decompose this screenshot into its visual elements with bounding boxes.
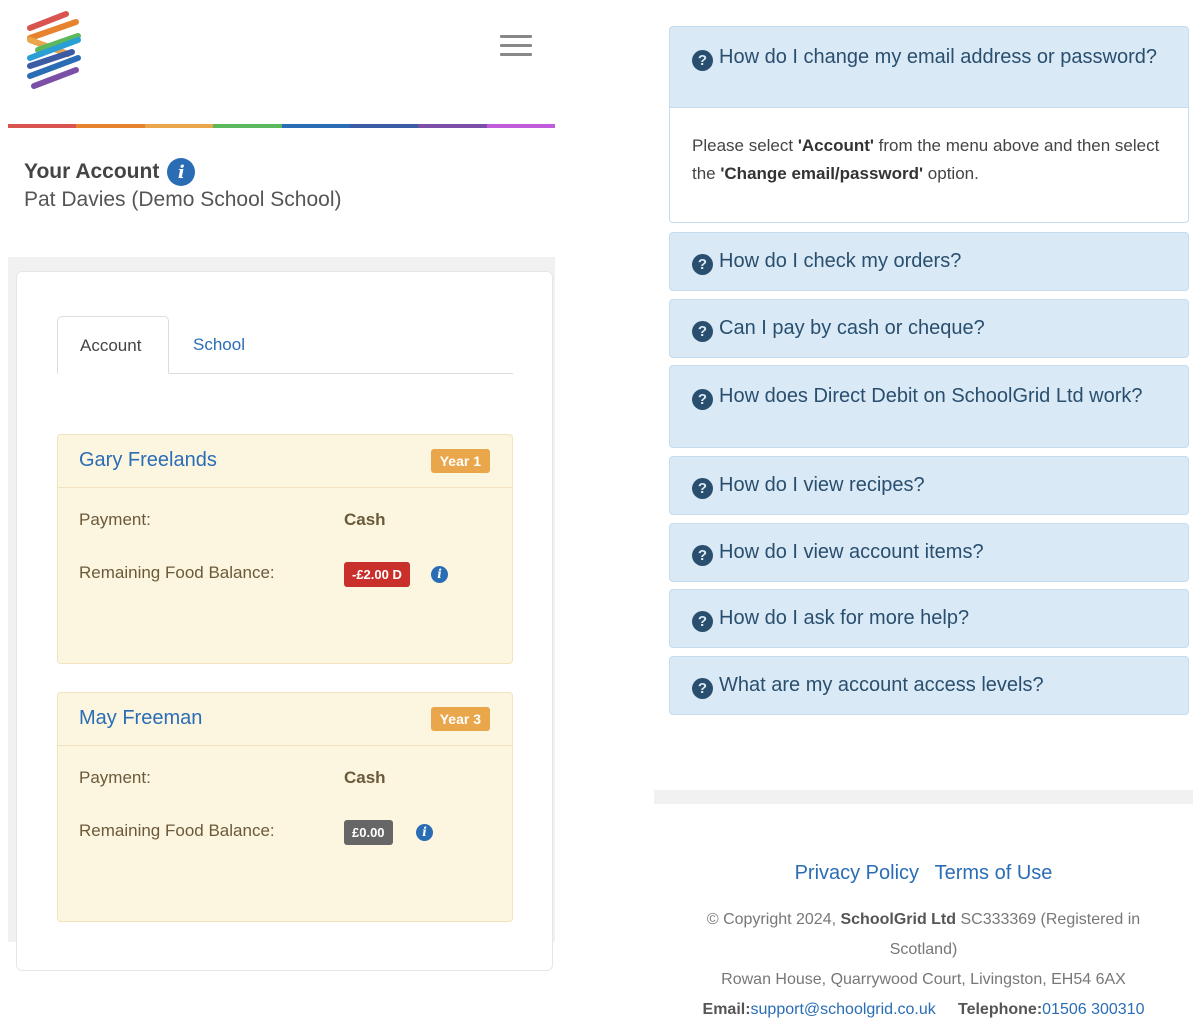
account-header: Your Account i Pat Davies (Demo School S… [24,158,341,212]
faq-item[interactable]: ? How does Direct Debit on SchoolGrid Ltd… [669,365,1189,448]
account-holder-name: Pat Davies (Demo School School) [24,188,342,211]
hamburger-icon[interactable] [500,35,532,59]
rainbow-segment [213,124,282,128]
question-icon: ? [692,389,713,410]
info-icon[interactable]: i [167,158,196,186]
schoolgrid-logo-icon[interactable] [24,10,84,92]
faq-item-open[interactable]: ? How do I change my email address or pas… [669,26,1189,108]
payment-label: Payment: [79,768,151,787]
faq-item[interactable]: ? How do I view recipes? [669,456,1189,515]
question-icon: ? [692,611,713,632]
privacy-policy-link[interactable]: Privacy Policy [795,862,919,884]
account-panel: Your Account i Pat Davies (Demo School S… [8,0,555,971]
faq-item[interactable]: ? What are my account access levels? [669,656,1189,715]
address-text: Rowan House, Quarrywood Court, Livingsto… [721,971,1126,988]
faq-item[interactable]: ? How do I check my orders? [669,232,1189,291]
rainbow-divider [8,124,555,128]
rainbow-segment [281,124,350,128]
balance-label: Remaining Food Balance: [79,563,275,582]
balance-label: Remaining Food Balance: [79,821,275,840]
balance-badge: £0.00 [344,820,393,845]
footer-divider [654,790,1193,804]
account-card: Account School Gary Freelands Year 1 Pay… [16,271,553,971]
question-icon: ? [692,254,713,275]
question-icon: ? [692,321,713,342]
question-icon: ? [692,50,713,71]
info-icon[interactable]: i [416,824,433,841]
page: Your Account i Pat Davies (Demo School S… [0,0,1193,1018]
balance-badge: -£2.00 D [344,562,410,587]
child-card: Gary Freelands Year 1 Payment: Cash Rema… [57,434,513,664]
faq-answer: Please select 'Account' from the menu ab… [669,108,1189,223]
payment-label: Payment: [79,510,151,529]
page-title: Your Account i [24,158,341,186]
footer-links: Privacy Policy Terms of Use [654,862,1193,885]
content-area: Account School Gary Freelands Year 1 Pay… [8,257,555,971]
faq-item[interactable]: ? How do I view account items? [669,523,1189,582]
rainbow-segment [76,124,145,128]
phone-link[interactable]: 01506 300310 [1042,1001,1144,1018]
child-name[interactable]: May Freeman [79,707,202,730]
question-icon: ? [692,545,713,566]
rainbow-segment [8,124,77,128]
payment-value: Cash [344,768,386,787]
child-name[interactable]: Gary Freelands [79,449,217,472]
tab-bar: Account School [57,316,513,374]
contact-line: Email:support@schoolgrid.co.uk Telephone… [702,1001,1145,1018]
faq-item[interactable]: ? Can I pay by cash or cheque? [669,299,1189,358]
email-link[interactable]: support@schoolgrid.co.uk [751,1001,936,1018]
tab-school[interactable]: School [171,316,267,374]
rainbow-segment [418,124,487,128]
rainbow-segment [144,124,214,128]
child-card-header: Gary Freelands Year 1 [58,435,512,488]
payment-value: Cash [344,510,386,529]
year-badge: Year 1 [430,449,490,473]
question-icon: ? [692,678,713,699]
rainbow-segment [349,124,419,128]
tab-account[interactable]: Account [57,316,169,374]
info-icon[interactable]: i [431,566,448,583]
child-card: May Freeman Year 3 Payment: Cash Remaini… [57,692,513,922]
question-icon: ? [692,478,713,499]
rainbow-segment [486,124,555,128]
copyright-text: © Copyright 2024, SchoolGrid Ltd SC33336… [706,911,1141,958]
terms-of-use-link[interactable]: Terms of Use [935,862,1053,884]
faq-item[interactable]: ? How do I ask for more help? [669,589,1189,648]
year-badge: Year 3 [430,707,490,731]
child-card-header: May Freeman Year 3 [58,693,512,746]
